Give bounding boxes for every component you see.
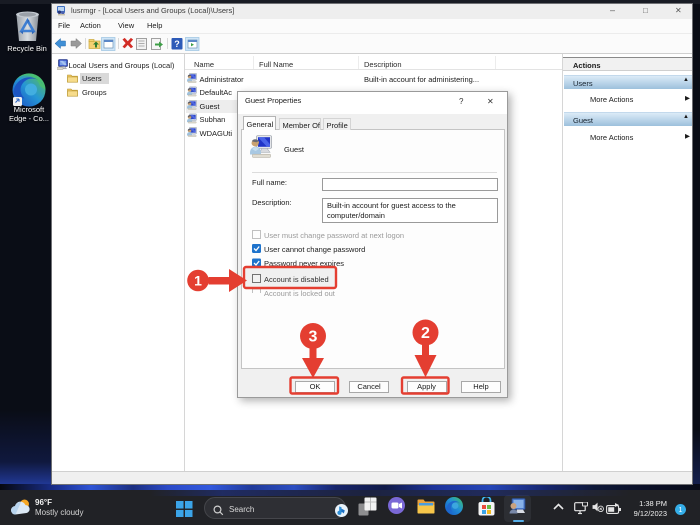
- svg-text:?: ?: [174, 39, 180, 49]
